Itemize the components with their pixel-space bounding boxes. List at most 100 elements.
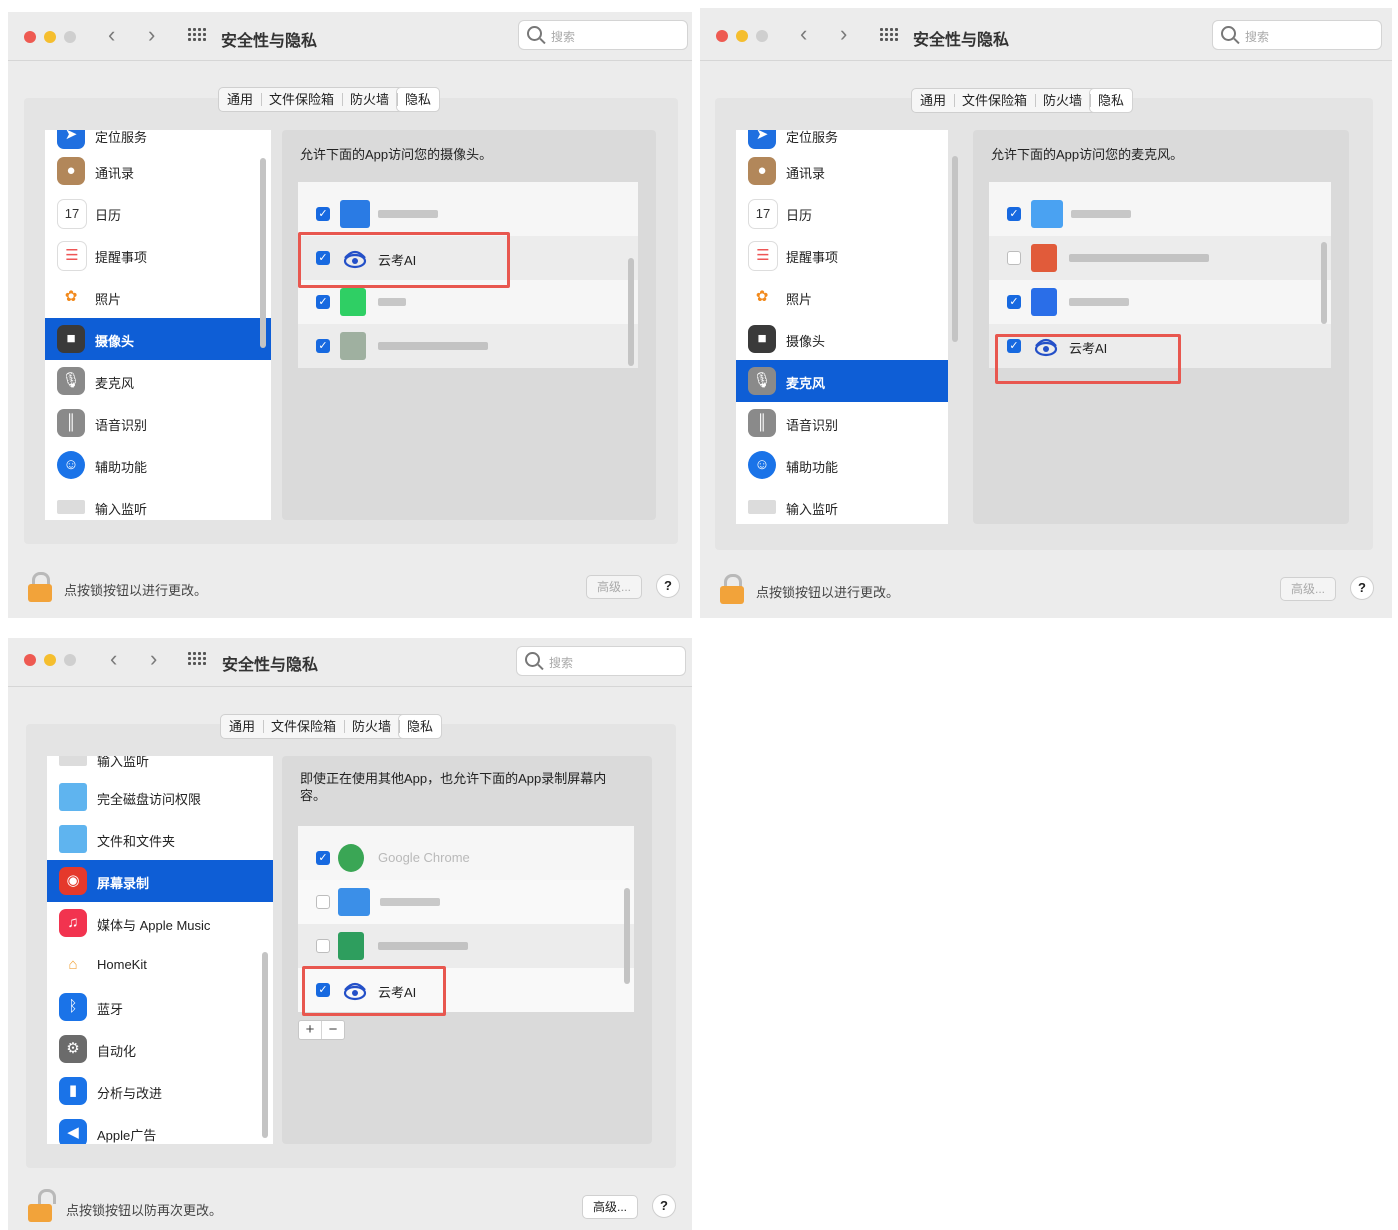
sidebar-item-camera[interactable]: ■ 摄像头	[736, 318, 948, 360]
advanced-button[interactable]: 高级...	[582, 1195, 639, 1219]
tab-firewall[interactable]: 防火墙	[342, 88, 397, 111]
zoom-button[interactable]	[756, 30, 768, 42]
sidebar-item-homekit[interactable]: ⌂ HomeKit	[47, 944, 273, 986]
search-icon	[1221, 26, 1236, 41]
sidebar-scrollbar[interactable]	[262, 952, 268, 1138]
advanced-button[interactable]: 高级...	[586, 575, 643, 599]
app-checkbox[interactable]: ✓	[1007, 207, 1021, 221]
forward-arrow-icon[interactable]: ›	[148, 22, 155, 48]
sidebar-item-microphone[interactable]: 🎙 麦克风	[736, 360, 948, 402]
content-area: 通用 文件保险箱 防火墙 隐私 ➤ 定位服务 ● 通讯录 17 日历 ☰ 提醒事…	[24, 87, 678, 544]
help-button[interactable]: ?	[656, 574, 680, 598]
app-checkbox[interactable]	[1007, 251, 1021, 265]
back-arrow-icon[interactable]: ‹	[108, 22, 115, 48]
app-row-blurred-3[interactable]: ✓	[989, 280, 1331, 324]
show-all-grid-icon[interactable]	[188, 26, 206, 44]
close-button[interactable]	[716, 30, 728, 42]
sidebar-item-input-monitoring[interactable]: 输入监听	[736, 486, 948, 524]
sidebar-item-photos[interactable]: ✿ 照片	[736, 276, 948, 318]
close-button[interactable]	[24, 654, 36, 666]
app-checkbox[interactable]	[316, 939, 330, 953]
sidebar-item-accessibility[interactable]: ☺ 辅助功能	[45, 444, 271, 486]
tab-privacy[interactable]: 隐私	[397, 88, 440, 111]
tab-filevault[interactable]: 文件保险箱	[261, 88, 342, 111]
app-row-blurred-1[interactable]	[298, 880, 634, 924]
privacy-sidebar[interactable]: 输入监听 完全磁盘访问权限 文件和文件夹 ◉ 屏幕录制 ♫ 媒体与 Apple …	[47, 756, 273, 1144]
unlocked-lock-icon[interactable]	[28, 1189, 56, 1222]
app-row-blurred-3[interactable]: ✓	[298, 324, 638, 368]
sidebar-item-calendar[interactable]: 17 日历	[736, 192, 948, 234]
app-row-chrome[interactable]: ✓ Google Chrome	[298, 836, 634, 880]
search-field[interactable]: 搜索	[518, 20, 688, 50]
sidebar-item-full-disk-access[interactable]: 完全磁盘访问权限	[47, 776, 273, 818]
app-list-scrollbar[interactable]	[1321, 242, 1327, 324]
sidebar-scrollbar[interactable]	[260, 158, 266, 348]
lock-icon[interactable]	[720, 574, 744, 604]
app-list-scrollbar[interactable]	[628, 258, 634, 366]
privacy-sidebar[interactable]: ➤ 定位服务 ● 通讯录 17 日历 ☰ 提醒事项 ✿ 照片 ■ 摄像头 🎙 麦…	[45, 130, 271, 520]
search-field[interactable]: 搜索	[1212, 20, 1382, 50]
calendar-icon: 17	[748, 199, 778, 229]
tab-firewall[interactable]: 防火墙	[344, 715, 399, 738]
zoom-button[interactable]	[64, 31, 76, 43]
app-checkbox[interactable]: ✓	[316, 295, 330, 309]
sidebar-item-calendar[interactable]: 17 日历	[45, 192, 271, 234]
sidebar-item-microphone[interactable]: 🎙 麦克风	[45, 360, 271, 402]
tab-general[interactable]: 通用	[221, 715, 263, 738]
remove-app-button[interactable]: −	[321, 1021, 344, 1039]
app-checkbox[interactable]: ✓	[316, 851, 330, 865]
app-row-blurred-1[interactable]: ✓	[989, 192, 1331, 236]
add-app-button[interactable]: +	[299, 1021, 321, 1039]
sidebar-item-camera[interactable]: ■ 摄像头	[45, 318, 271, 360]
app-row-blurred-2[interactable]	[298, 924, 634, 968]
lock-icon[interactable]	[28, 572, 52, 602]
sidebar-scrollbar[interactable]	[952, 156, 958, 342]
minimize-button[interactable]	[736, 30, 748, 42]
sidebar-item-photos[interactable]: ✿ 照片	[45, 276, 271, 318]
sidebar-item-input-monitoring[interactable]: 输入监听	[45, 486, 271, 520]
sidebar-item-media-music[interactable]: ♫ 媒体与 Apple Music	[47, 902, 273, 944]
sidebar-item-reminders[interactable]: ☰ 提醒事项	[736, 234, 948, 276]
tab-filevault[interactable]: 文件保险箱	[263, 715, 344, 738]
sidebar-item-contacts[interactable]: ● 通讯录	[736, 150, 948, 192]
tab-privacy[interactable]: 隐私	[399, 715, 442, 738]
sidebar-item-screen-recording[interactable]: ◉ 屏幕录制	[47, 860, 273, 902]
sidebar-item-automation[interactable]: ⚙ 自动化	[47, 1028, 273, 1070]
sidebar-item-reminders[interactable]: ☰ 提醒事项	[45, 234, 271, 276]
sidebar-item-speech[interactable]: ║ 语音识别	[45, 402, 271, 444]
minimize-button[interactable]	[44, 654, 56, 666]
tab-general[interactable]: 通用	[912, 89, 954, 112]
app-checkbox[interactable]	[316, 895, 330, 909]
minimize-button[interactable]	[44, 31, 56, 43]
help-button[interactable]: ?	[1350, 576, 1374, 600]
zoom-button[interactable]	[64, 654, 76, 666]
close-button[interactable]	[24, 31, 36, 43]
sidebar-item-apple-ads[interactable]: ◀ Apple广告	[47, 1112, 273, 1144]
app-row-blurred-2[interactable]	[989, 236, 1331, 280]
help-button[interactable]: ?	[652, 1194, 676, 1218]
tab-filevault[interactable]: 文件保险箱	[954, 89, 1035, 112]
tab-privacy[interactable]: 隐私	[1090, 89, 1133, 112]
tab-general[interactable]: 通用	[219, 88, 261, 111]
forward-arrow-icon[interactable]: ›	[840, 21, 847, 47]
search-field[interactable]: 搜索	[516, 646, 686, 676]
sidebar-item-bluetooth[interactable]: ᛒ 蓝牙	[47, 986, 273, 1028]
back-arrow-icon[interactable]: ‹	[800, 21, 807, 47]
show-all-grid-icon[interactable]	[188, 650, 206, 668]
app-checkbox[interactable]: ✓	[316, 207, 330, 221]
back-arrow-icon[interactable]: ‹	[110, 646, 117, 672]
sidebar-item-contacts[interactable]: ● 通讯录	[45, 150, 271, 192]
tab-firewall[interactable]: 防火墙	[1035, 89, 1090, 112]
sidebar-item-accessibility[interactable]: ☺ 辅助功能	[736, 444, 948, 486]
app-row-blurred-1[interactable]: ✓	[298, 192, 638, 236]
forward-arrow-icon[interactable]: ›	[150, 646, 157, 672]
app-list-scrollbar[interactable]	[624, 888, 630, 984]
privacy-sidebar[interactable]: ➤ 定位服务 ● 通讯录 17 日历 ☰ 提醒事项 ✿ 照片 ■ 摄像头 🎙 麦…	[736, 130, 948, 524]
app-checkbox[interactable]: ✓	[316, 339, 330, 353]
sidebar-item-speech[interactable]: ║ 语音识别	[736, 402, 948, 444]
advanced-button[interactable]: 高级...	[1280, 577, 1337, 601]
show-all-grid-icon[interactable]	[880, 26, 898, 44]
sidebar-item-analytics[interactable]: ▮ 分析与改进	[47, 1070, 273, 1112]
sidebar-item-files-folders[interactable]: 文件和文件夹	[47, 818, 273, 860]
app-checkbox[interactable]: ✓	[1007, 295, 1021, 309]
